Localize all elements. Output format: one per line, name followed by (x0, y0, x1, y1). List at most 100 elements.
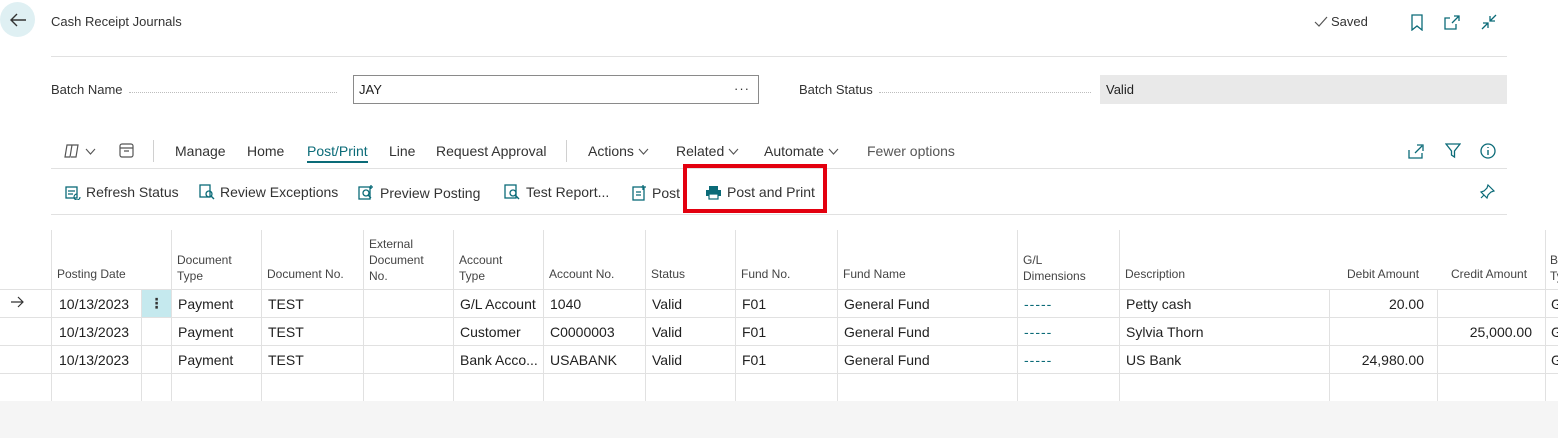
cell-status: Valid (652, 296, 683, 312)
row-actions-button[interactable]: ⋮ (142, 290, 171, 317)
related-menu[interactable]: Related (676, 143, 739, 159)
automate-menu-label: Automate (764, 143, 824, 159)
cell-description[interactable]: US Bank (1126, 352, 1181, 368)
post-and-print-button[interactable]: Post and Print (705, 184, 815, 200)
batch-name-lookup-button[interactable]: ··· (734, 81, 750, 96)
cell-account-no[interactable]: 1040 (550, 296, 581, 312)
cell-dimensions-link[interactable]: ----- (1024, 352, 1052, 368)
row-divider (0, 373, 1558, 374)
col-header-fund-name[interactable]: Fund Name (843, 266, 906, 282)
col-header-account-no[interactable]: Account No. (549, 266, 614, 282)
cell-account-type[interactable]: Bank Acco... (460, 352, 538, 368)
cell-bal-account-type[interactable]: G (1551, 296, 1558, 312)
cell-fund-no[interactable]: F01 (742, 352, 766, 368)
action-bar-separator (153, 140, 154, 162)
col-header-description[interactable]: Description (1125, 266, 1185, 282)
col-divider (261, 230, 262, 401)
cell-account-type[interactable]: Customer (460, 324, 521, 340)
post-button[interactable]: Post (632, 184, 680, 201)
related-menu-label: Related (676, 143, 725, 159)
col-header-bal-account-type[interactable]: Ba Ty (1550, 252, 1558, 284)
cell-document-no[interactable]: TEST (268, 352, 304, 368)
col-header-line: External (369, 237, 414, 251)
cell-document-type[interactable]: Payment (178, 296, 233, 312)
cell-dimensions-link[interactable]: ----- (1024, 324, 1052, 340)
cell-fund-no[interactable]: F01 (742, 324, 766, 340)
cell-bal-account-type[interactable]: G (1551, 324, 1558, 340)
chevron-down-icon (638, 148, 649, 155)
tab-manage[interactable]: Manage (175, 143, 226, 159)
col-header-credit-amount[interactable]: Credit Amount (1451, 266, 1527, 282)
fewer-options-button[interactable]: Fewer options (867, 143, 955, 159)
cell-status: Valid (652, 352, 683, 368)
action-bar-separator (566, 140, 567, 162)
pin-action-bar-button[interactable] (1479, 184, 1495, 200)
checkmark-icon (1314, 16, 1328, 27)
grid-footer-area (0, 401, 1558, 438)
cell-document-type[interactable]: Payment (178, 324, 233, 340)
cell-document-no[interactable]: TEST (268, 324, 304, 340)
cell-account-no[interactable]: USABANK (550, 352, 617, 368)
tab-line[interactable]: Line (389, 143, 415, 159)
collapse-button[interactable] (1479, 12, 1499, 32)
page-view-button[interactable] (119, 143, 134, 158)
filter-button[interactable] (1445, 143, 1461, 159)
col-header-gl-dimensions[interactable]: G/L Dimensions (1023, 252, 1086, 284)
cell-posting-date[interactable]: 10/13/2023 (59, 296, 129, 312)
col-divider (837, 230, 838, 401)
cell-posting-date[interactable]: 10/13/2023 (59, 324, 129, 340)
col-divider (1119, 230, 1120, 401)
cell-document-type[interactable]: Payment (178, 352, 233, 368)
cell-description[interactable]: Sylvia Thorn (1126, 324, 1204, 340)
actions-menu[interactable]: Actions (588, 143, 649, 159)
tab-post-print[interactable]: Post/Print (307, 143, 368, 163)
page-view-icon (119, 143, 134, 158)
cell-credit-amount[interactable]: 25,000.00 (1438, 324, 1532, 340)
tab-home[interactable]: Home (247, 143, 284, 159)
cell-posting-date[interactable]: 10/13/2023 (59, 352, 129, 368)
batch-name-field[interactable]: JAY ··· (353, 75, 759, 104)
tab-request-approval[interactable]: Request Approval (436, 143, 547, 159)
cell-document-no[interactable]: TEST (268, 296, 304, 312)
share-button[interactable] (1407, 143, 1425, 159)
cell-debit-amount[interactable]: 20.00 (1330, 296, 1424, 312)
col-divider (453, 230, 454, 401)
info-button[interactable] (1480, 143, 1496, 159)
post-print-actions: Refresh Status Review Exceptions Preview… (51, 170, 1507, 215)
page-title: Cash Receipt Journals (51, 14, 182, 29)
col-header-document-no[interactable]: Document No. (267, 266, 344, 282)
row-divider (0, 345, 1558, 346)
automate-menu[interactable]: Automate (764, 143, 839, 159)
bookmark-button[interactable] (1407, 12, 1427, 32)
col-divider (543, 230, 544, 401)
cell-fund-no[interactable]: F01 (742, 296, 766, 312)
refresh-status-button[interactable]: Refresh Status (65, 184, 179, 200)
col-header-posting-date[interactable]: Posting Date (57, 266, 126, 282)
open-new-window-button[interactable] (1442, 12, 1462, 32)
cell-account-type[interactable]: G/L Account (460, 296, 536, 312)
chevron-down-icon (728, 148, 739, 155)
cell-bal-account-type[interactable]: G (1551, 352, 1558, 368)
col-header-fund-no[interactable]: Fund No. (741, 266, 790, 282)
test-report-button[interactable]: Test Report... (504, 184, 609, 200)
col-header-debit-amount[interactable]: Debit Amount (1347, 266, 1419, 282)
preview-posting-button[interactable]: Preview Posting (358, 184, 480, 201)
post-and-print-label: Post and Print (727, 184, 815, 200)
cell-debit-amount[interactable]: 24,980.00 (1330, 352, 1424, 368)
batch-status-field: Valid (1100, 75, 1507, 104)
cell-dimensions-link[interactable]: ----- (1024, 296, 1052, 312)
cell-account-no[interactable]: C0000003 (550, 324, 615, 340)
batch-status-label-text: Batch Status (799, 82, 873, 97)
back-button[interactable] (0, 2, 35, 37)
col-header-status[interactable]: Status (651, 266, 685, 282)
test-report-icon (504, 184, 520, 200)
cell-description[interactable]: Petty cash (1126, 296, 1191, 312)
col-header-document-type[interactable]: Document Type (177, 252, 232, 284)
col-header-external-document-no[interactable]: External Document No. (369, 236, 424, 284)
refresh-status-label: Refresh Status (86, 184, 179, 200)
review-exceptions-icon (199, 184, 215, 200)
col-header-account-type[interactable]: Account Type (459, 252, 502, 284)
review-exceptions-button[interactable]: Review Exceptions (199, 184, 338, 200)
cell-fund-name: General Fund (844, 296, 930, 312)
copilot-menu-button[interactable] (63, 143, 96, 159)
